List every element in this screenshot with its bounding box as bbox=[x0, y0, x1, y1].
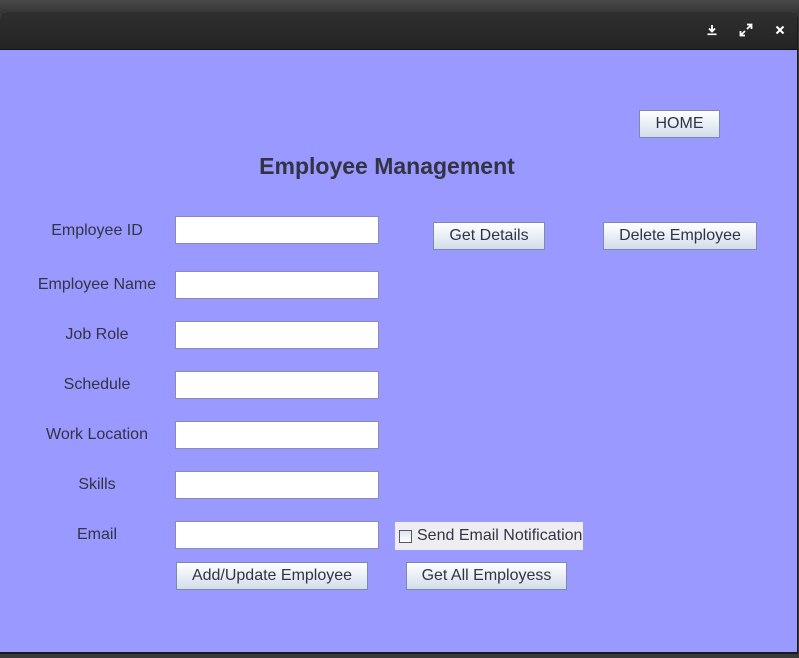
add-update-employee-button[interactable]: Add/Update Employee bbox=[176, 562, 368, 590]
schedule-label: Schedule bbox=[63, 376, 131, 393]
skills-label: Skills bbox=[78, 476, 116, 493]
employee-name-label: Employee Name bbox=[37, 276, 157, 293]
employee-id-label: Employee ID bbox=[51, 222, 143, 239]
schedule-input[interactable] bbox=[175, 371, 379, 399]
get-details-button[interactable]: Get Details bbox=[433, 222, 545, 250]
job-role-label: Job Role bbox=[65, 326, 129, 343]
home-button[interactable]: HOME bbox=[639, 110, 720, 138]
main-panel: HOME Employee Management Employee ID Emp… bbox=[0, 50, 797, 652]
app-window: HOME Employee Management Employee ID Emp… bbox=[0, 12, 798, 654]
expand-icon[interactable] bbox=[736, 20, 756, 40]
email-input[interactable] bbox=[175, 521, 379, 549]
window-titlebar[interactable] bbox=[0, 12, 797, 50]
checkbox-box[interactable] bbox=[399, 529, 412, 543]
page-title: Employee Management bbox=[259, 153, 515, 179]
email-label: Email bbox=[76, 526, 117, 543]
close-icon[interactable] bbox=[770, 20, 790, 40]
download-icon[interactable] bbox=[702, 20, 722, 40]
work-location-label: Work Location bbox=[46, 426, 148, 443]
skills-input[interactable] bbox=[175, 471, 379, 499]
get-all-employees-button[interactable]: Get All Employess bbox=[406, 562, 567, 590]
employee-name-input[interactable] bbox=[175, 271, 379, 299]
delete-employee-button[interactable]: Delete Employee bbox=[603, 222, 757, 250]
screen: HOME Employee Management Employee ID Emp… bbox=[0, 0, 799, 658]
employee-id-input[interactable] bbox=[175, 216, 379, 244]
job-role-input[interactable] bbox=[175, 321, 379, 349]
work-location-input[interactable] bbox=[175, 421, 379, 449]
send-email-checkbox[interactable]: Send Email Notification bbox=[395, 522, 583, 550]
send-email-label: Send Email Notification bbox=[417, 527, 583, 544]
